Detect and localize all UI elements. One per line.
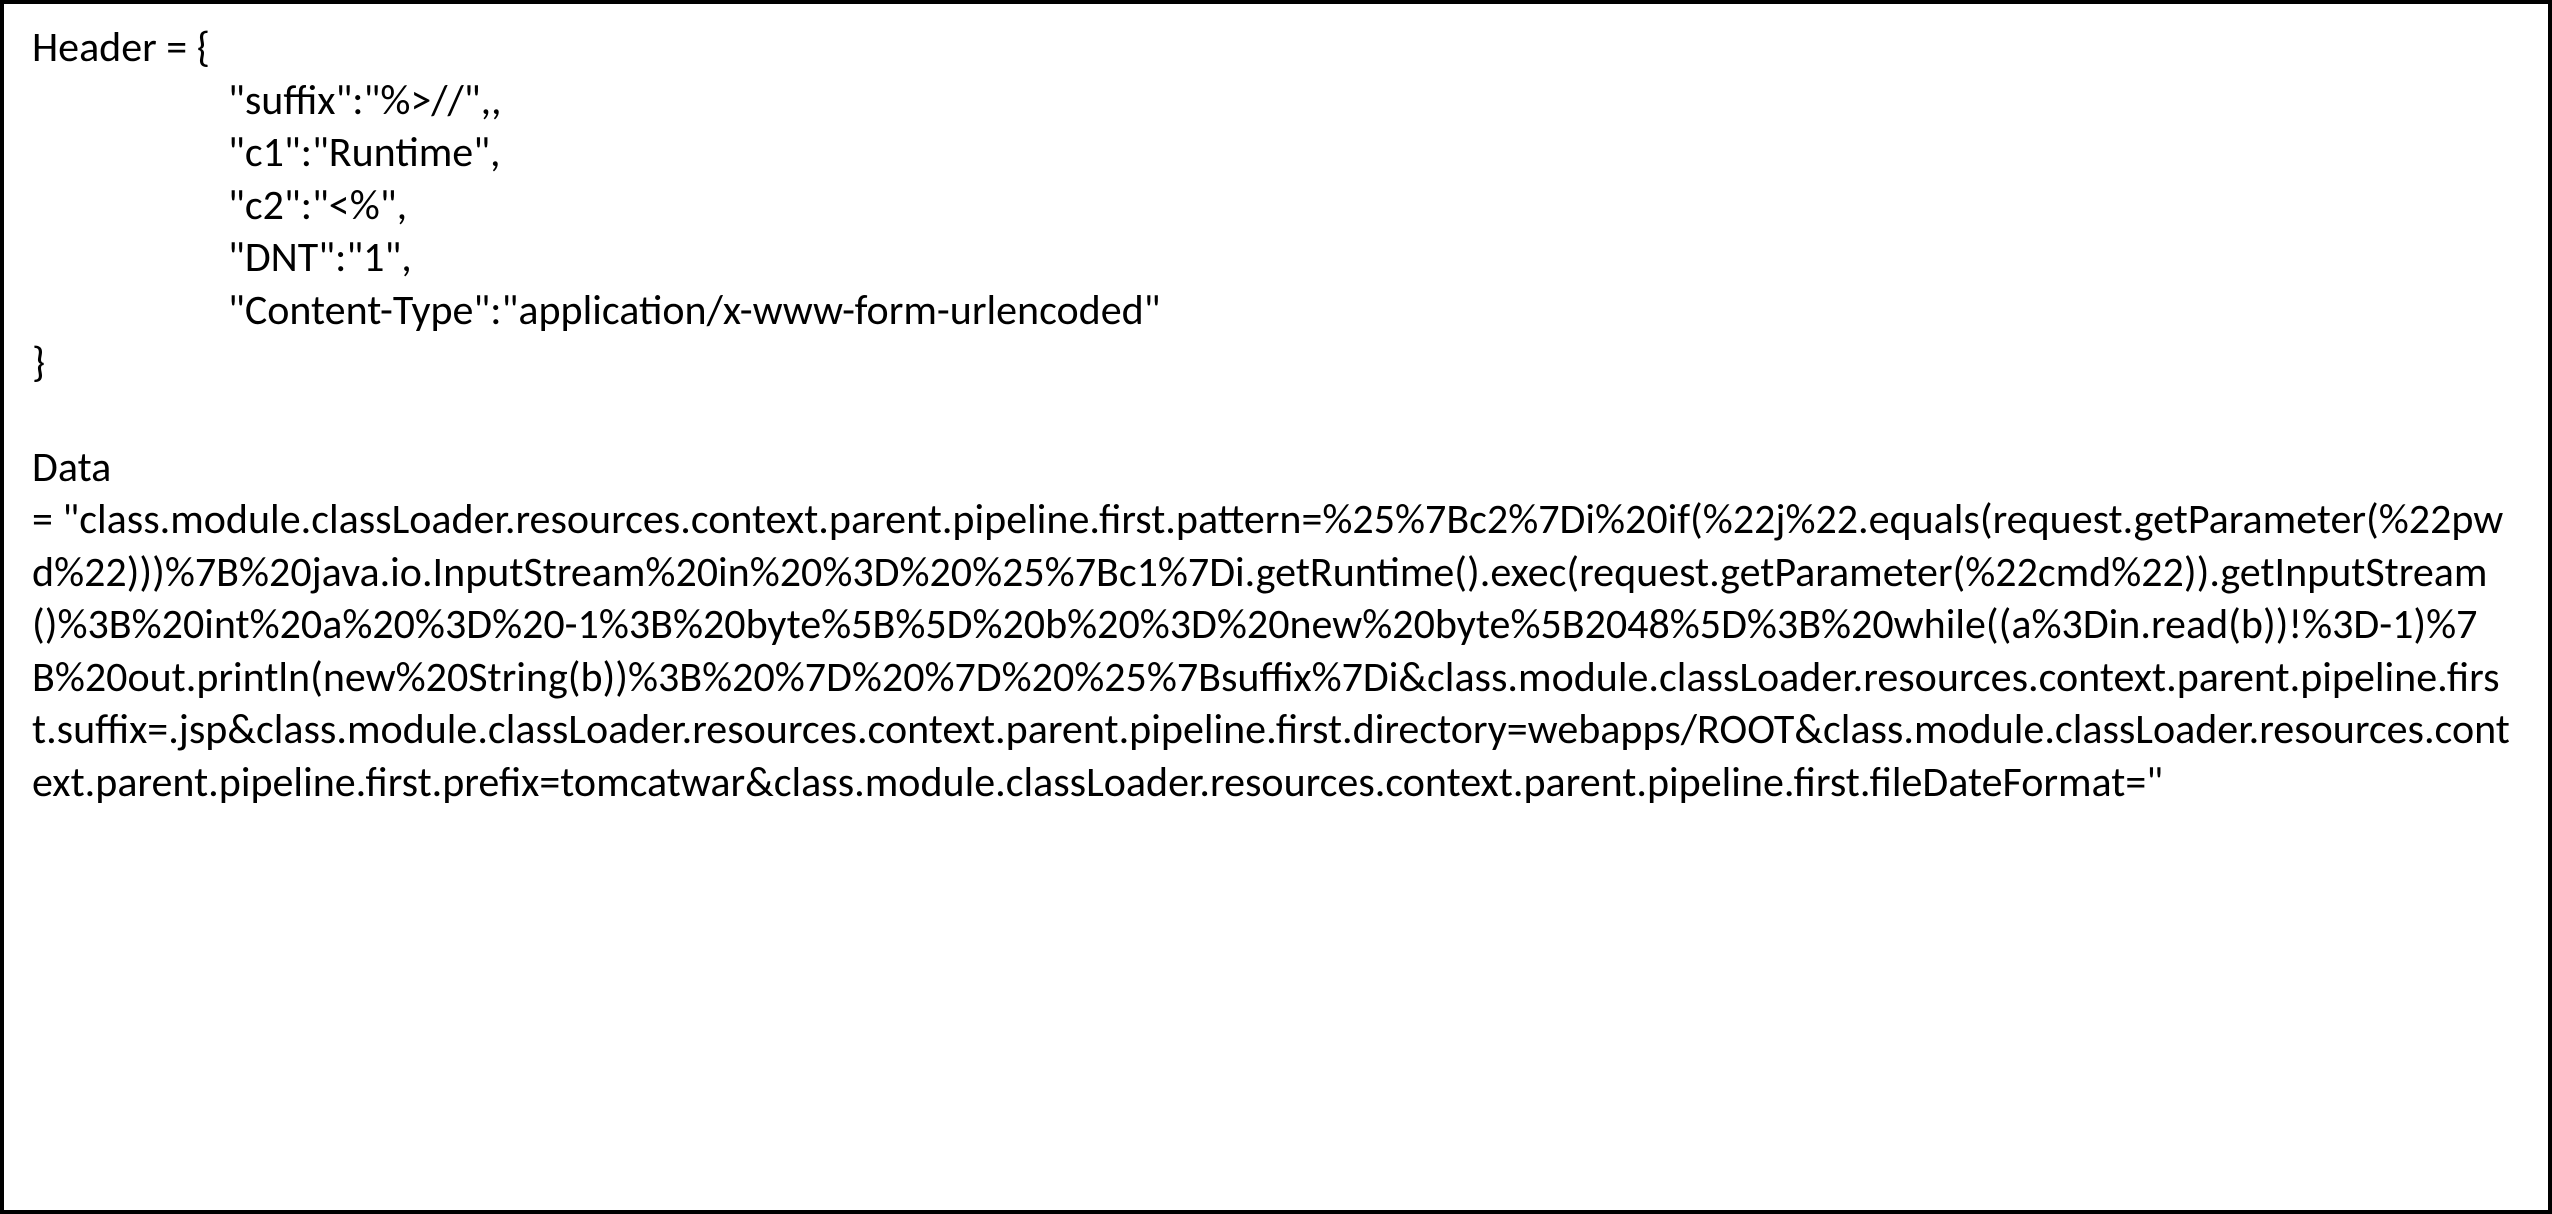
blank-gap <box>32 390 2520 442</box>
data-body: = "class.module.classLoader.resources.co… <box>32 494 2520 809</box>
header-open-line: Header = { <box>32 22 2520 75</box>
data-label: Data <box>32 442 2520 495</box>
header-line-c2: "c2":"<%", <box>228 180 2520 233</box>
header-line-content-type: "Content-Type":"application/x-www-form-u… <box>228 285 2520 338</box>
header-body: "suffix":"%>//",, "c1":"Runtime", "c2":"… <box>32 75 2520 338</box>
header-line-dnt: "DNT":"1", <box>228 232 2520 285</box>
code-snippet-frame: Header = { "suffix":"%>//",, "c1":"Runti… <box>0 0 2552 1214</box>
header-line-c1: "c1":"Runtime", <box>228 127 2520 180</box>
header-close-line: } <box>32 337 2520 390</box>
header-line-suffix: "suffix":"%>//",, <box>228 75 2520 128</box>
